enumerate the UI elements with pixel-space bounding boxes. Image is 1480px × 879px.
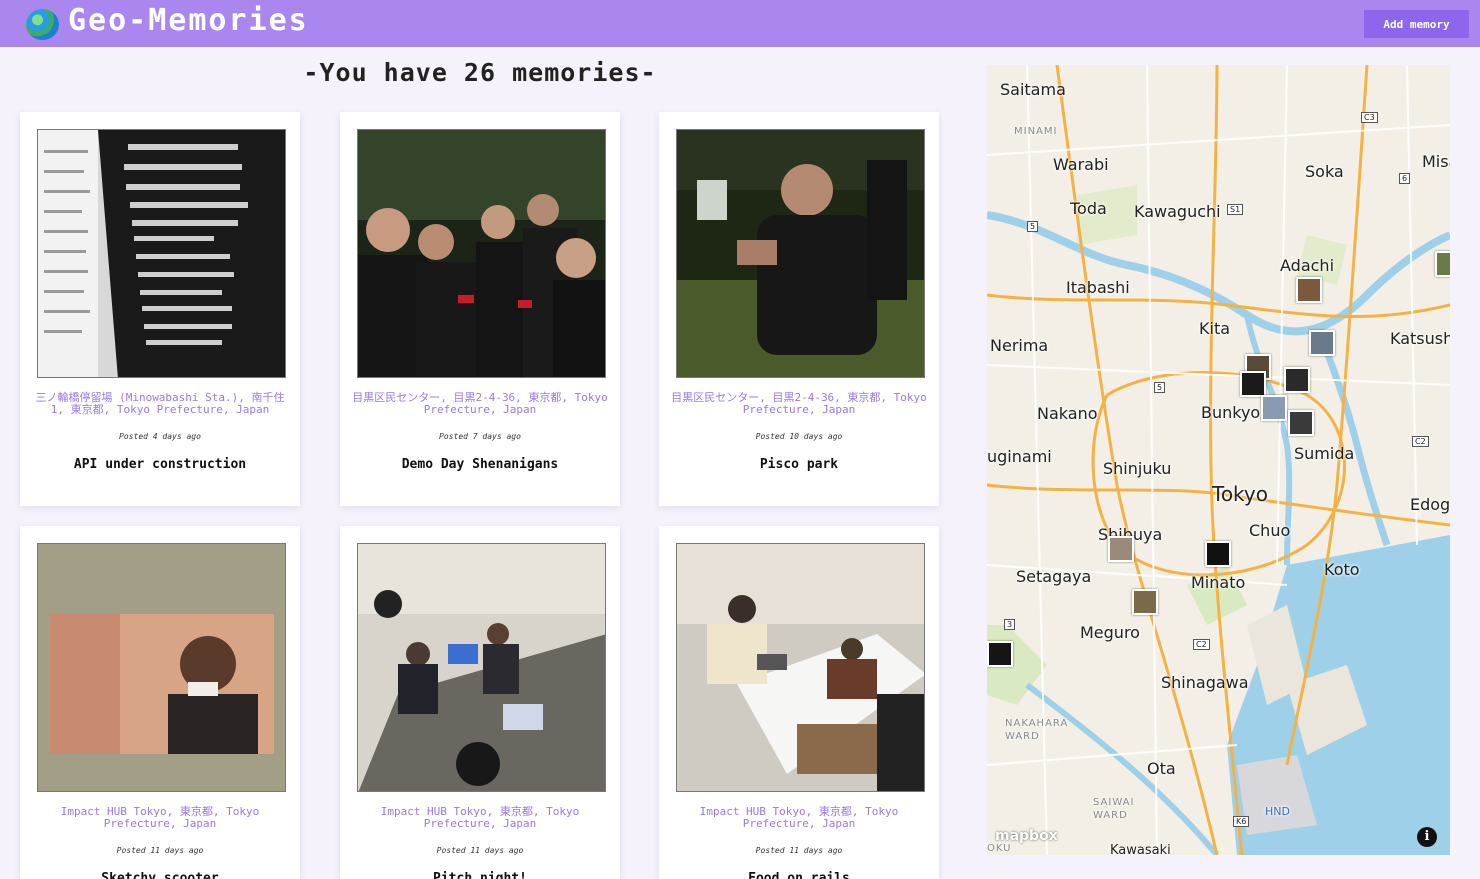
map-label: Ota [1147, 759, 1176, 778]
memory-title[interactable]: API under construction [32, 457, 288, 472]
map-label: Nerima [990, 336, 1049, 355]
memory-posted-time: Posted 11 days ago [116, 846, 204, 855]
map-label: Koto [1324, 560, 1360, 579]
map-label: Meguro [1080, 623, 1140, 642]
route-shield: K6 [1233, 816, 1250, 827]
map-label: Saitama [1000, 80, 1066, 99]
map-label: Katsush [1390, 329, 1450, 348]
map-label: Edog [1410, 495, 1450, 514]
memory-title[interactable]: Demo Day Shenanigans [352, 457, 608, 472]
app-header: Geo-Memories Add memory [0, 0, 1480, 47]
memory-card[interactable]: 目黒区民センター, 目黒2-4-36, 東京都, Tokyo Prefectur… [340, 112, 620, 506]
memory-location: Impact HUB Tokyo, 東京都, Tokyo Prefecture,… [60, 805, 260, 830]
memory-posted-time: Posted 7 days ago [439, 432, 521, 441]
globe-icon[interactable] [26, 9, 59, 40]
memory-map[interactable]: Saitama MINAMI Warabi Soka Misa Toda Kaw… [987, 65, 1450, 855]
map-label: Chuo [1249, 521, 1291, 540]
route-shield: C2 [1412, 436, 1429, 447]
app-title[interactable]: Geo-Memories [68, 3, 309, 38]
map-label: Itabashi [1066, 278, 1130, 297]
map-label: Toda [1070, 199, 1107, 218]
map-label: Adachi [1280, 256, 1335, 275]
map-label: Bunkyo [1201, 403, 1261, 422]
route-shield: 5 [1154, 382, 1166, 393]
map-label: Sumida [1294, 444, 1355, 463]
airport-label: HND [1265, 805, 1290, 818]
memory-map-pin[interactable] [1309, 330, 1335, 356]
map-label: uginami [987, 447, 1052, 466]
map-label: Minato [1191, 573, 1246, 592]
map-label: Setagaya [1016, 567, 1092, 586]
memory-posted-time: Posted 10 days ago [755, 432, 843, 441]
map-label: Kita [1199, 319, 1231, 338]
memory-location: Impact HUB Tokyo, 東京都, Tokyo Prefecture,… [380, 805, 580, 830]
route-shield: 5 [1027, 221, 1039, 232]
memory-map-pin[interactable] [1435, 251, 1450, 277]
memory-location: Impact HUB Tokyo, 東京都, Tokyo Prefecture,… [699, 805, 899, 830]
memory-posted-time: Posted 11 days ago [755, 846, 843, 855]
memory-map-pin[interactable] [1284, 367, 1310, 393]
memory-card[interactable]: Impact HUB Tokyo, 東京都, Tokyo Prefecture,… [20, 526, 300, 879]
map-label: Shinjuku [1103, 459, 1172, 478]
memory-posted-time: Posted 11 days ago [436, 846, 524, 855]
memory-count-title: -You have 26 memories- [303, 58, 657, 87]
memory-location: 三ノ輪橋停留場 (Minowabashi Sta.), 南千住1, 東京都, T… [35, 391, 285, 416]
map-label: Kawasaki [1110, 843, 1171, 855]
map-label: Shinagawa [1161, 673, 1249, 692]
memory-photo[interactable] [676, 129, 925, 378]
map-label: Soka [1305, 162, 1344, 181]
map-label: Misa [1422, 152, 1450, 171]
memory-photo[interactable] [37, 129, 286, 378]
memory-location: 目黒区民センター, 目黒2-4-36, 東京都, Tokyo Prefectur… [352, 391, 608, 416]
memory-card[interactable]: 三ノ輪橋停留場 (Minowabashi Sta.), 南千住1, 東京都, T… [20, 112, 300, 506]
route-shield: 3 [1004, 619, 1016, 630]
route-shield: C2 [1193, 639, 1210, 650]
memory-map-pin[interactable] [1205, 541, 1231, 567]
memory-location: 目黒区民センター, 目黒2-4-36, 東京都, Tokyo Prefectur… [671, 391, 927, 416]
memory-title[interactable]: Sketchy scooter [32, 871, 288, 879]
map-label: Warabi [1053, 155, 1109, 174]
route-shield: C3 [1361, 112, 1378, 123]
memory-title[interactable]: Pisco park [671, 457, 927, 472]
route-shield: S1 [1227, 204, 1244, 215]
memory-card[interactable]: Impact HUB Tokyo, 東京都, Tokyo Prefecture,… [659, 526, 939, 879]
map-label: Nakano [1037, 404, 1098, 423]
memory-map-pin[interactable] [1132, 589, 1158, 615]
map-label: NAKAHARA WARD [1005, 718, 1069, 742]
memory-map-pin[interactable] [1240, 371, 1266, 397]
memory-photo[interactable] [37, 543, 286, 792]
mapbox-logo[interactable]: mapbox [995, 828, 1058, 844]
memory-photo[interactable] [357, 543, 606, 792]
memory-map-pin[interactable] [1108, 536, 1134, 562]
add-memory-button[interactable]: Add memory [1364, 10, 1469, 38]
map-label: MINAMI [1014, 126, 1058, 137]
memory-map-pin[interactable] [987, 641, 1013, 667]
memory-posted-time: Posted 4 days ago [119, 432, 201, 441]
info-icon[interactable]: i [1417, 827, 1437, 847]
memory-card[interactable]: Impact HUB Tokyo, 東京都, Tokyo Prefecture,… [340, 526, 620, 879]
map-label: OKU [987, 843, 1012, 854]
map-label: SAIWAI WARD [1093, 797, 1135, 821]
memory-map-pin[interactable] [1296, 277, 1322, 303]
memory-photo[interactable] [676, 543, 925, 792]
memory-title[interactable]: Food on rails [671, 871, 927, 879]
memory-map-pin[interactable] [1261, 395, 1287, 421]
route-shield: 6 [1399, 173, 1411, 184]
memory-photo[interactable] [357, 129, 606, 378]
map-label: Tokyo [1212, 482, 1268, 506]
memory-title[interactable]: Pitch night! [352, 871, 608, 879]
memory-map-pin[interactable] [1288, 410, 1314, 436]
map-label: Kawaguchi [1134, 202, 1221, 221]
memory-card[interactable]: 目黒区民センター, 目黒2-4-36, 東京都, Tokyo Prefectur… [659, 112, 939, 506]
